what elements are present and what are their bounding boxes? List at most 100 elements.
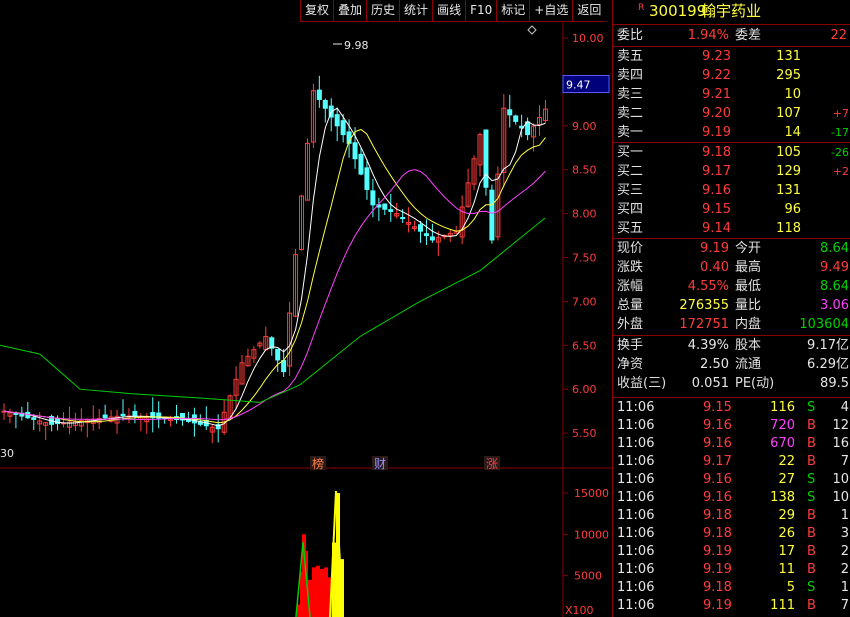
stat-value: 9.49: [820, 260, 849, 275]
candle-body: [429, 236, 435, 241]
tick-side: B: [807, 418, 816, 433]
candle-body: [275, 348, 281, 361]
toolbar-button-1[interactable]: 叠加: [333, 0, 366, 21]
tick-time: 11:06: [617, 598, 655, 613]
tick-side: B: [807, 562, 816, 577]
order-level-label: 买五: [617, 221, 644, 236]
tick-volume: 27: [778, 472, 795, 487]
stat-row: 换手 4.39% 股本 9.17亿: [613, 337, 850, 355]
stat-value: 89.5: [820, 376, 849, 391]
order-volume: 129: [776, 164, 801, 179]
candle-body: [489, 189, 495, 241]
sells-row: 卖四 9.22 295: [613, 67, 850, 85]
divider: [613, 24, 850, 25]
stat-value: 9.19: [700, 241, 729, 256]
order-change: -17: [831, 126, 849, 139]
candle-body: [352, 142, 358, 160]
stat-label: PE(动): [735, 376, 775, 391]
tick-count: 16: [832, 436, 849, 451]
toolbar-button-8[interactable]: 返回: [572, 0, 605, 21]
stat-row: 净资 2.50 流通 6.29亿: [613, 356, 850, 374]
margin-badge: R: [638, 3, 645, 13]
ma10-line: [3, 128, 546, 424]
tick-time: 11:06: [617, 436, 655, 451]
tick-count: 4: [840, 400, 849, 415]
order-volume: 105: [776, 145, 801, 160]
tick-count: 12: [832, 418, 849, 433]
divider: [613, 335, 850, 336]
tick-volume: 5: [786, 580, 795, 595]
divider: [613, 142, 850, 143]
candle-body: [322, 99, 328, 109]
volume-bar: [316, 565, 320, 617]
toolbar-button-7[interactable]: +自选: [529, 0, 572, 21]
candle-body: [340, 120, 346, 136]
order-level-label: 买四: [617, 202, 644, 217]
candle-body: [102, 414, 108, 419]
price-tick-label: 6.00: [572, 383, 597, 396]
toolbar-button-6[interactable]: 标记: [496, 0, 529, 21]
toolbar-button-5[interactable]: F10: [465, 0, 496, 21]
tick-time: 11:06: [617, 472, 655, 487]
toolbar-button-4[interactable]: 画线: [432, 0, 465, 21]
tick-count: 1: [840, 508, 849, 523]
order-price: 9.15: [702, 202, 731, 217]
toolbar-button-3[interactable]: 统计: [399, 0, 432, 21]
tick-row: 11:06 9.19 111 B 7: [613, 597, 850, 615]
stat-row: 外盘 172751 内盘 103604: [613, 316, 850, 334]
candle-body: [507, 109, 513, 116]
tick-side: B: [807, 454, 816, 469]
stock-header: R 300199 翰宇药业: [613, 2, 850, 22]
buys-row: 买三 9.16 131: [613, 182, 850, 200]
candle-body: [388, 209, 394, 212]
stat-label: 涨跌: [617, 260, 644, 275]
tick-time: 11:06: [617, 400, 655, 415]
order-level-label: 卖五: [617, 49, 644, 64]
tick-row: 11:06 9.18 5 S 1: [613, 579, 850, 597]
stat-row: 现价 9.19 今开 8.64: [613, 240, 850, 258]
stock-name: 翰宇药业: [701, 2, 762, 20]
tick-price: 9.19: [703, 598, 732, 613]
stat-row: 总量 276355 量比 3.06: [613, 297, 850, 315]
stat-label: 换手: [617, 338, 644, 353]
sells-row: 卖三 9.21 10: [613, 86, 850, 104]
candle-body: [334, 114, 340, 127]
candle-body: [132, 411, 138, 417]
price-tick-label: 8.00: [572, 208, 597, 221]
stat-value: 3.06: [820, 298, 849, 313]
tick-price: 9.18: [703, 508, 732, 523]
toolbar-button-0[interactable]: 复权: [300, 0, 333, 21]
order-price: 9.18: [702, 145, 731, 160]
toolbar-button-2[interactable]: 历史: [366, 0, 399, 21]
stat-value: 4.39%: [687, 338, 729, 353]
stat-label: 最低: [735, 279, 762, 294]
tick-volume: 26: [778, 526, 795, 541]
tick-row: 11:06 9.19 11 B 2: [613, 561, 850, 579]
stat-value: 2.50: [700, 357, 729, 372]
order-volume: 107: [776, 106, 801, 121]
tick-row: 11:06 9.18 26 B 3: [613, 525, 850, 543]
event-marker: 财: [374, 457, 386, 471]
tick-side: B: [807, 526, 816, 541]
volume-bar: [320, 569, 324, 617]
tick-price: 9.16: [703, 436, 732, 451]
candle-body: [364, 167, 370, 190]
volume-bar: [312, 567, 316, 617]
candle-body: [370, 190, 376, 206]
tick-time: 11:06: [617, 562, 655, 577]
candle-body: [513, 115, 519, 122]
tick-volume: 111: [770, 598, 795, 613]
volume-bar: [324, 567, 328, 617]
sells-row: 卖一 9.19 14 -17: [613, 124, 850, 142]
stat-label: 最高: [735, 260, 762, 275]
order-volume: 14: [784, 125, 801, 140]
sells-row: 卖二 9.20 107 +7: [613, 105, 850, 123]
kline-chart[interactable]: 10.009.509.008.508.007.507.006.506.005.5…: [0, 22, 612, 617]
volume-tick-label: 5000: [574, 570, 602, 583]
divider: [613, 46, 850, 47]
tick-count: 7: [840, 454, 849, 469]
tick-side: S: [807, 580, 816, 595]
stat-value: 4.55%: [687, 279, 729, 294]
stat-row: 收益(三) 0.051 PE(动) 89.5: [613, 375, 850, 393]
tick-price: 9.18: [703, 580, 732, 595]
